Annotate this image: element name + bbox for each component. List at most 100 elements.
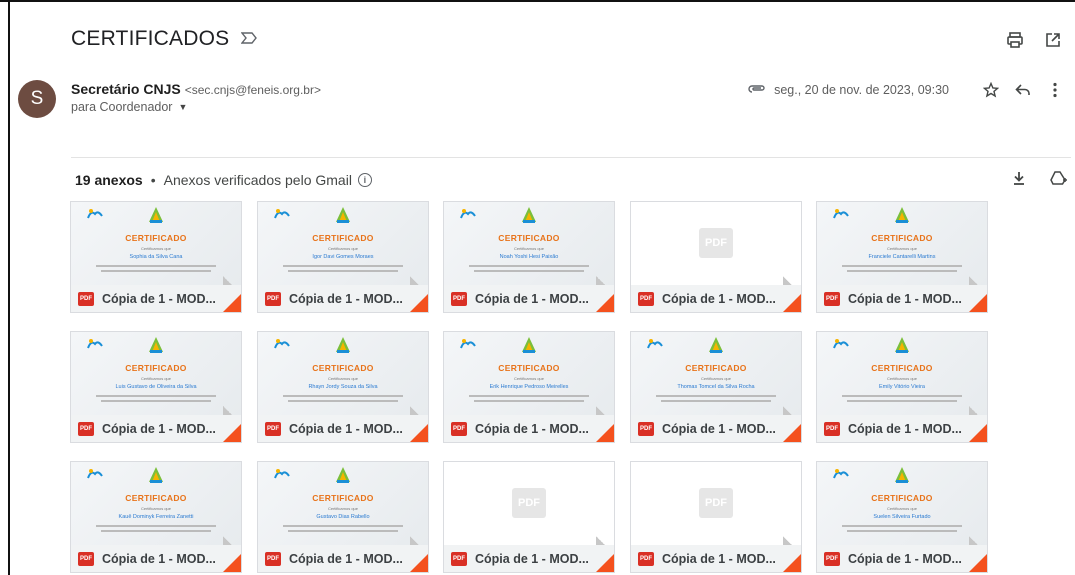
- add-to-drive-icon[interactable]: [1049, 168, 1069, 188]
- feneis-logo-icon: [460, 339, 476, 349]
- attachment-thumbnail[interactable]: CERTIFICADO Certificamos que Rhayn Jordy…: [258, 332, 428, 415]
- reply-icon[interactable]: [1013, 80, 1033, 100]
- page-corner-fold: [596, 554, 614, 572]
- attachment-footer[interactable]: PDF Cópia de 1 - MOD...: [631, 285, 801, 312]
- sender-avatar[interactable]: S: [18, 80, 56, 118]
- recipient-details-dropdown-icon[interactable]: ▼: [178, 102, 187, 112]
- certificate-text-line: [661, 400, 771, 402]
- attachment-footer[interactable]: PDF Cópia de 1 - MOD...: [444, 545, 614, 572]
- more-options-icon[interactable]: [1045, 80, 1065, 100]
- attachment-footer[interactable]: PDF Cópia de 1 - MOD...: [71, 285, 241, 312]
- attachment-footer[interactable]: PDF Cópia de 1 - MOD...: [631, 415, 801, 442]
- sender-name[interactable]: Secretário CNJS: [71, 81, 181, 97]
- certificate-text-line: [283, 265, 403, 267]
- attachment-card[interactable]: CERTIFICADO Certificamos que Noah Yoshi …: [443, 201, 615, 313]
- pdf-file-icon: PDF: [451, 551, 467, 566]
- encs-logo-icon: [336, 207, 350, 223]
- attachment-thumbnail[interactable]: CERTIFICADO Certificamos que Suelen Silv…: [817, 462, 987, 545]
- attachment-thumbnail[interactable]: PDF: [444, 462, 614, 545]
- attachment-thumbnail[interactable]: CERTIFICADO Certificamos que Igor Davi G…: [258, 202, 428, 285]
- certificate-text-line: [288, 400, 398, 402]
- open-in-new-icon[interactable]: [1043, 30, 1063, 50]
- page-corner-fold: [596, 294, 614, 312]
- attachment-footer[interactable]: PDF Cópia de 1 - MOD...: [71, 415, 241, 442]
- pdf-file-icon: PDF: [824, 551, 840, 566]
- attachment-card[interactable]: CERTIFICADO Certificamos que Emily Vitór…: [816, 331, 988, 443]
- certificate-text-line: [96, 265, 216, 267]
- attachment-thumbnail[interactable]: CERTIFICADO Certificamos que Sophia da S…: [71, 202, 241, 285]
- attachment-thumbnail[interactable]: CERTIFICADO Certificamos que Luis Gustav…: [71, 332, 241, 415]
- attachment-footer[interactable]: PDF Cópia de 1 - MOD...: [444, 285, 614, 312]
- attachment-card[interactable]: CERTIFICADO Certificamos que Thomas Tomc…: [630, 331, 802, 443]
- attachment-card[interactable]: CERTIFICADO Certificamos que Sophia da S…: [70, 201, 242, 313]
- attachment-filename: Cópia de 1 - MOD...: [289, 421, 403, 436]
- attachment-thumbnail[interactable]: CERTIFICADO Certificamos que Thomas Tomc…: [631, 332, 801, 415]
- certificate-recipient-name: Erik Henrique Pedroso Meirelles: [489, 384, 569, 390]
- certificate-subtitle: Certificamos que: [327, 376, 358, 381]
- feneis-logo-icon: [274, 469, 290, 479]
- attachment-footer[interactable]: PDF Cópia de 1 - MOD...: [258, 415, 428, 442]
- pdf-placeholder-icon: PDF: [699, 488, 733, 518]
- encs-logo-icon: [522, 337, 536, 353]
- attachment-paperclip-icon: [748, 83, 766, 97]
- certificate-text-line: [847, 270, 957, 272]
- attachment-footer[interactable]: PDF Cópia de 1 - MOD...: [817, 545, 987, 572]
- info-icon[interactable]: i: [357, 173, 372, 187]
- attachment-footer[interactable]: PDF Cópia de 1 - MOD...: [817, 415, 987, 442]
- attachment-card[interactable]: CERTIFICADO Certificamos que Suelen Silv…: [816, 461, 988, 573]
- attachment-footer[interactable]: PDF Cópia de 1 - MOD...: [258, 285, 428, 312]
- pdf-file-icon: PDF: [638, 421, 654, 436]
- attachment-filename: Cópia de 1 - MOD...: [102, 421, 216, 436]
- printer-icon[interactable]: [1005, 30, 1025, 50]
- attachment-card[interactable]: PDF PDF Cópia de 1 - MOD...: [443, 461, 615, 573]
- attachment-card[interactable]: CERTIFICADO Certificamos que Kauê Dominy…: [70, 461, 242, 573]
- attachment-thumbnail[interactable]: CERTIFICADO Certificamos que Franciele C…: [817, 202, 987, 285]
- attachment-footer[interactable]: PDF Cópia de 1 - MOD...: [71, 545, 241, 572]
- subject-text: CERTIFICADOS: [71, 27, 230, 50]
- sender-line: Secretário CNJS <sec.cnjs@feneis.org.br>: [71, 81, 321, 97]
- pdf-file-icon: PDF: [78, 291, 94, 306]
- page-corner-fold: [969, 554, 987, 572]
- attachment-thumbnail[interactable]: PDF: [631, 462, 801, 545]
- attachment-card[interactable]: CERTIFICADO Certificamos que Rhayn Jordy…: [257, 331, 429, 443]
- attachment-card[interactable]: CERTIFICADO Certificamos que Erik Henriq…: [443, 331, 615, 443]
- attachment-thumbnail[interactable]: CERTIFICADO Certificamos que Gustavo Dia…: [258, 462, 428, 545]
- certificate-recipient-name: Igor Davi Gomes Moraes: [312, 254, 374, 260]
- certificate-title: CERTIFICADO: [871, 493, 933, 503]
- header-actions: [1005, 30, 1063, 50]
- attachment-footer[interactable]: PDF Cópia de 1 - MOD...: [631, 545, 801, 572]
- certificate-text-line: [842, 525, 962, 527]
- important-marker-icon[interactable]: [240, 31, 258, 47]
- attachment-thumbnail[interactable]: PDF: [631, 202, 801, 285]
- certificate-title: CERTIFICADO: [871, 233, 933, 243]
- attachment-footer[interactable]: PDF Cópia de 1 - MOD...: [258, 545, 428, 572]
- attachment-card[interactable]: PDF PDF Cópia de 1 - MOD...: [630, 461, 802, 573]
- certificate-subtitle: Certificamos que: [140, 506, 171, 511]
- attachment-card[interactable]: CERTIFICADO Certificamos que Gustavo Dia…: [257, 461, 429, 573]
- pdf-file-icon: PDF: [451, 421, 467, 436]
- certificate-subtitle: Certificamos que: [513, 246, 544, 251]
- attachment-filename: Cópia de 1 - MOD...: [102, 291, 216, 306]
- attachment-card[interactable]: CERTIFICADO Certificamos que Igor Davi G…: [257, 201, 429, 313]
- star-icon[interactable]: [981, 80, 1001, 100]
- feneis-logo-icon: [833, 209, 849, 219]
- recipient-line[interactable]: para Coordenador ▼: [71, 100, 187, 114]
- attachment-card[interactable]: PDF PDF Cópia de 1 - MOD...: [630, 201, 802, 313]
- attachment-footer[interactable]: PDF Cópia de 1 - MOD...: [817, 285, 987, 312]
- page-corner-fold: [969, 294, 987, 312]
- download-all-icon[interactable]: [1009, 168, 1029, 188]
- attachment-thumbnail[interactable]: CERTIFICADO Certificamos que Erik Henriq…: [444, 332, 614, 415]
- attachment-thumbnail[interactable]: CERTIFICADO Certificamos que Emily Vitór…: [817, 332, 987, 415]
- attachment-thumbnail[interactable]: CERTIFICADO Certificamos que Kauê Dominy…: [71, 462, 241, 545]
- certificate-text-line: [101, 400, 211, 402]
- sender-email: <sec.cnjs@feneis.org.br>: [184, 83, 321, 97]
- attachment-thumbnail[interactable]: CERTIFICADO Certificamos que Noah Yoshi …: [444, 202, 614, 285]
- certificate-text-line: [101, 270, 211, 272]
- attachment-card[interactable]: CERTIFICADO Certificamos que Franciele C…: [816, 201, 988, 313]
- page-corner-fold: [596, 424, 614, 442]
- certificate-subtitle: Certificamos que: [327, 246, 358, 251]
- attachment-footer[interactable]: PDF Cópia de 1 - MOD...: [444, 415, 614, 442]
- attachments-count: 19 anexos: [75, 172, 143, 188]
- page-corner-fold: [783, 424, 801, 442]
- attachment-card[interactable]: CERTIFICADO Certificamos que Luis Gustav…: [70, 331, 242, 443]
